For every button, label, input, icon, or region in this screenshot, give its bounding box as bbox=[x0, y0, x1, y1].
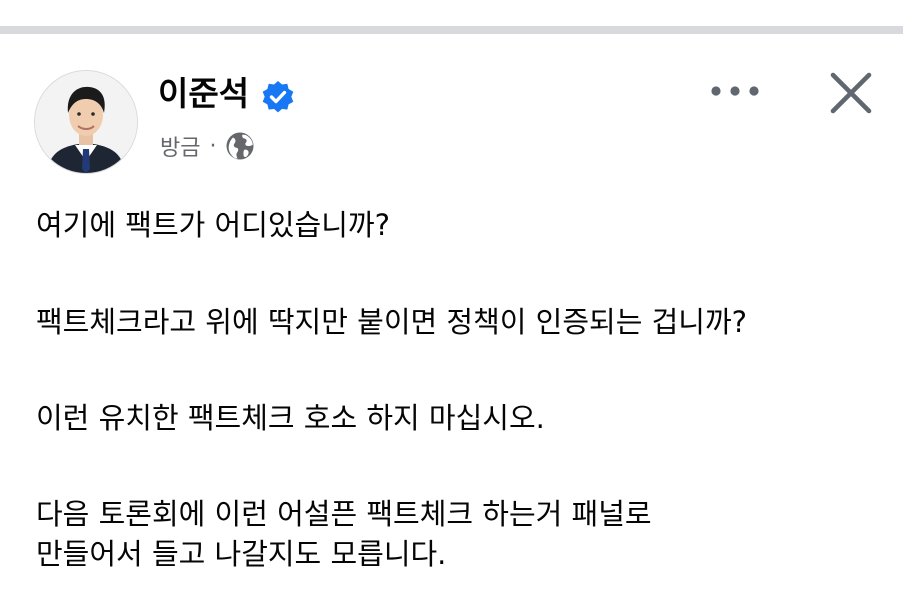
post-paragraph: 이런 유치한 팩트체크 호소 하지 마십시오. bbox=[36, 398, 545, 438]
more-options-button[interactable] bbox=[707, 74, 763, 108]
author-name[interactable]: 이준석 bbox=[158, 72, 249, 116]
avatar-photo bbox=[35, 71, 137, 173]
post-paragraph: 다음 토론회에 이런 어설픈 팩트체크 하는거 패널로 만들어서 들고 나갈지도… bbox=[36, 494, 652, 574]
top-divider bbox=[0, 26, 903, 34]
close-icon bbox=[830, 72, 872, 114]
avatar[interactable] bbox=[34, 70, 138, 174]
post-timestamp[interactable]: 방금 bbox=[160, 130, 200, 162]
post-line: 여기에 팩트가 어디있습니까? bbox=[36, 208, 390, 242]
close-button[interactable] bbox=[826, 68, 876, 118]
post-paragraph: 팩트체크라고 위에 딱지만 붙이면 정책이 인증되는 겁니까? bbox=[36, 302, 747, 342]
globe-icon[interactable] bbox=[225, 131, 255, 161]
post-line: 만들어서 들고 나갈지도 모릅니다. bbox=[36, 537, 447, 571]
post-line: 팩트체크라고 위에 딱지만 붙이면 정책이 인증되는 겁니까? bbox=[36, 305, 748, 339]
post-meta: 방금 · bbox=[160, 128, 255, 164]
post-line: 다음 토론회에 이런 어설픈 팩트체크 하는거 패널로 bbox=[36, 497, 652, 531]
post-paragraph: 여기에 팩트가 어디있습니까? bbox=[36, 205, 390, 245]
more-horizontal-icon bbox=[711, 86, 759, 96]
facebook-post-screen: 이준석 방금 · 여기에 팩트가 어디있습니까? 팩트체크라고 위에 딱지만 붙… bbox=[0, 0, 903, 589]
meta-separator: · bbox=[209, 133, 217, 159]
post-line: 이런 유치한 팩트체크 호소 하지 마십시오. bbox=[36, 401, 545, 435]
verified-badge-icon bbox=[262, 81, 294, 113]
